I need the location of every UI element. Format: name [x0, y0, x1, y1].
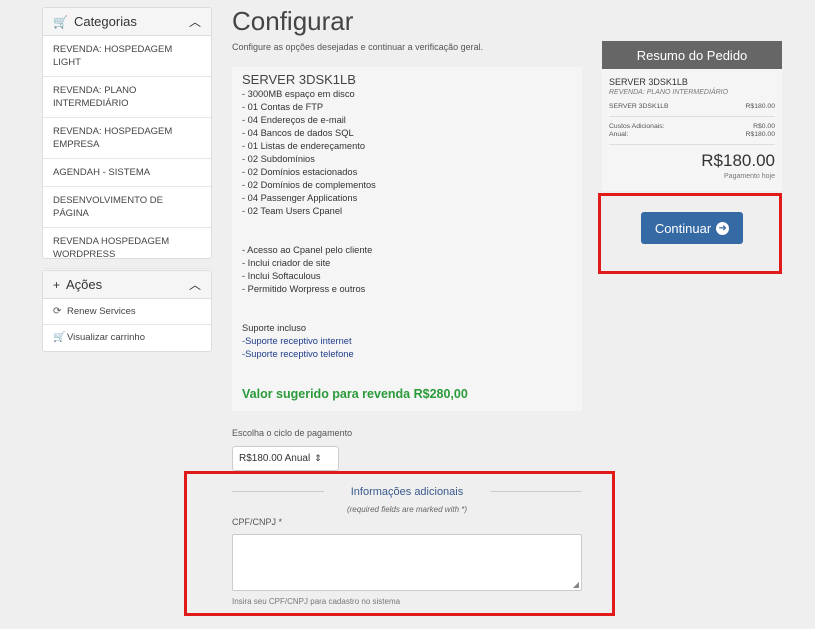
categories-header[interactable]: 🛒 Categorias ︿ [43, 8, 211, 36]
feature-line: - 02 Subdomínios [242, 154, 315, 164]
actions-header[interactable]: + Ações ︿ [43, 271, 211, 299]
summary-annual: Anual: R$180.00 [609, 131, 775, 138]
feature-line: - 04 Passenger Applications [242, 193, 358, 203]
sidebar-item-label: Visualizar carrinho [67, 332, 145, 343]
billing-cycle-value: R$180.00 Anual [239, 453, 311, 464]
sidebar-item-view-cart[interactable]: 🛒 Visualizar carrinho [43, 325, 211, 350]
summary-title: Resumo do Pedido [602, 41, 782, 69]
summary-total: R$180.00 [701, 151, 775, 170]
feature-line: - 01 Contas de FTP [242, 102, 324, 112]
sidebar-item-renew-services[interactable]: ⟳ Renew Services [43, 299, 211, 325]
product-info-box: SERVER 3DSK1LB - 3000MB espaço em disco -… [232, 67, 582, 411]
summary-extra: Custos Adicionais: R$0.00 [609, 123, 775, 130]
support-line: -Suporte receptivo internet [242, 336, 352, 346]
support-title: Suporte incluso [242, 323, 307, 333]
suggested-price: Valor sugerido para revenda R$280,00 [242, 387, 468, 401]
product-features: - 3000MB espaço em disco - 01 Contas de F… [242, 88, 572, 218]
chevron-up-icon[interactable]: ︿ [189, 13, 201, 30]
product-extras: - Acesso ao Cpanel pelo cliente - Inclui … [242, 244, 572, 296]
plus-icon: + [53, 277, 61, 292]
select-arrows-icon: ⇕ [314, 453, 322, 463]
highlight-box-continue [598, 193, 782, 274]
sidebar-item-label: Renew Services [67, 306, 136, 317]
feature-line: - 04 Bancos de dados SQL [242, 128, 354, 138]
summary-extra-label: Custos Adicionais: [609, 123, 665, 130]
feature-line: - 02 Domínios estacionados [242, 167, 358, 177]
page-subtitle: Configure as opções desejadas e continua… [232, 42, 484, 52]
extra-line: - Inclui criador de site [242, 258, 331, 268]
sidebar-item-category[interactable]: REVENDA HOSPEDAGEM WORDPRESS [43, 228, 211, 269]
summary-line: SERVER 3DSK1LB R$180.00 [609, 103, 775, 110]
sidebar-item-category[interactable]: REVENDA: HOSPEDAGEM LIGHT [43, 36, 211, 77]
cart-icon: 🛒 [53, 332, 66, 343]
summary-line-value: R$180.00 [745, 103, 775, 110]
sidebar-item-category[interactable]: REVENDA: PLANO INTERMEDIÁRIO [43, 77, 211, 118]
cart-icon: 🛒 [53, 14, 68, 29]
billing-cycle-select[interactable]: R$180.00 Anual ⇕ [232, 446, 339, 471]
order-summary: Resumo do Pedido SERVER 3DSK1LB REVENDA:… [602, 41, 782, 191]
highlight-box-additional-info [184, 471, 615, 616]
product-name: SERVER 3DSK1LB [242, 72, 356, 87]
feature-line: - 02 Team Users Cpanel [242, 206, 343, 216]
actions-panel: + Ações ︿ ⟳ Renew Services 🛒 Visualizar … [42, 270, 212, 352]
summary-line-label: SERVER 3DSK1LB [609, 103, 669, 110]
summary-due-label: Pagamento hoje [724, 173, 775, 180]
feature-line: - 04 Endereços de e-mail [242, 115, 346, 125]
summary-product-group: REVENDA: PLANO INTERMEDIÁRIO [609, 89, 729, 96]
extra-line: - Acesso ao Cpanel pelo cliente [242, 245, 373, 255]
summary-product-name: SERVER 3DSK1LB [609, 77, 688, 87]
support-list: -Suporte receptivo internet -Suporte rece… [242, 335, 572, 361]
actions-title: Ações [66, 277, 103, 292]
categories-list: REVENDA: HOSPEDAGEM LIGHT REVENDA: PLANO … [43, 36, 211, 296]
feature-line: - 01 Listas de endereçamento [242, 141, 366, 151]
extra-line: - Permitido Worpress e outros [242, 284, 366, 294]
feature-line: - 3000MB espaço em disco [242, 89, 355, 99]
support-line: -Suporte receptivo telefone [242, 349, 354, 359]
extra-line: - Inclui Softaculous [242, 271, 321, 281]
sidebar-item-category[interactable]: AGENDAH - SISTEMA [43, 159, 211, 187]
summary-annual-value: R$180.00 [745, 131, 775, 138]
summary-annual-label: Anual: [609, 131, 629, 138]
categories-title: Categorias [73, 14, 137, 29]
billing-cycle-label: Escolha o ciclo de pagamento [232, 428, 353, 438]
chevron-up-icon[interactable]: ︿ [189, 276, 201, 293]
categories-panel: 🛒 Categorias ︿ REVENDA: HOSPEDAGEM LIGHT… [42, 7, 212, 296]
feature-line: - 02 Domínios de complementos [242, 180, 376, 190]
page-title: Configurar [232, 6, 354, 36]
sidebar-item-category[interactable]: REVENDA: HOSPEDAGEM EMPRESA [43, 118, 211, 159]
summary-extra-value: R$0.00 [753, 123, 775, 130]
sidebar-item-category[interactable]: DESENVOLVIMENTO DE PÁGINA [43, 187, 211, 228]
refresh-icon: ⟳ [53, 306, 62, 317]
